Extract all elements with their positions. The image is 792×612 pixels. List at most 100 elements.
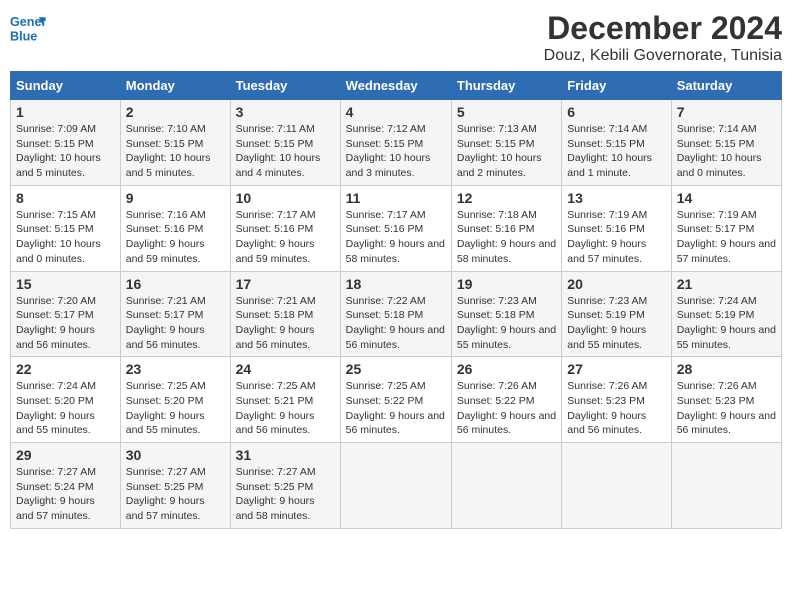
day-number: 31: [236, 447, 335, 463]
day-info: Sunrise: 7:24 AMSunset: 5:20 PMDaylight:…: [16, 380, 96, 436]
header-cell-saturday: Saturday: [671, 72, 781, 100]
calendar-cell: 17 Sunrise: 7:21 AMSunset: 5:18 PMDaylig…: [230, 271, 340, 357]
day-number: 20: [567, 276, 665, 292]
day-number: 1: [16, 104, 115, 120]
day-number: 26: [457, 361, 556, 377]
day-info: Sunrise: 7:26 AMSunset: 5:22 PMDaylight:…: [457, 380, 556, 436]
page-header: General Blue December 2024 Douz, Kebili …: [10, 10, 782, 65]
logo-icon: General Blue: [10, 10, 46, 46]
calendar-week-2: 8 Sunrise: 7:15 AMSunset: 5:15 PMDayligh…: [11, 185, 782, 271]
header-row: SundayMondayTuesdayWednesdayThursdayFrid…: [11, 72, 782, 100]
calendar-cell: 28 Sunrise: 7:26 AMSunset: 5:23 PMDaylig…: [671, 357, 781, 443]
day-info: Sunrise: 7:23 AMSunset: 5:18 PMDaylight:…: [457, 295, 556, 351]
calendar-cell: 15 Sunrise: 7:20 AMSunset: 5:17 PMDaylig…: [11, 271, 121, 357]
title-block: December 2024 Douz, Kebili Governorate, …: [544, 10, 782, 65]
day-info: Sunrise: 7:15 AMSunset: 5:15 PMDaylight:…: [16, 209, 101, 265]
calendar-cell: 16 Sunrise: 7:21 AMSunset: 5:17 PMDaylig…: [120, 271, 230, 357]
calendar-week-3: 15 Sunrise: 7:20 AMSunset: 5:17 PMDaylig…: [11, 271, 782, 357]
calendar-cell: 30 Sunrise: 7:27 AMSunset: 5:25 PMDaylig…: [120, 443, 230, 529]
day-info: Sunrise: 7:27 AMSunset: 5:25 PMDaylight:…: [236, 466, 316, 522]
day-number: 30: [126, 447, 225, 463]
day-number: 10: [236, 190, 335, 206]
calendar-week-4: 22 Sunrise: 7:24 AMSunset: 5:20 PMDaylig…: [11, 357, 782, 443]
svg-text:Blue: Blue: [10, 30, 37, 44]
calendar-cell: [340, 443, 451, 529]
day-info: Sunrise: 7:22 AMSunset: 5:18 PMDaylight:…: [346, 295, 445, 351]
calendar-cell: 31 Sunrise: 7:27 AMSunset: 5:25 PMDaylig…: [230, 443, 340, 529]
day-number: 4: [346, 104, 446, 120]
calendar-cell: 11 Sunrise: 7:17 AMSunset: 5:16 PMDaylig…: [340, 185, 451, 271]
day-number: 22: [16, 361, 115, 377]
calendar-week-5: 29 Sunrise: 7:27 AMSunset: 5:24 PMDaylig…: [11, 443, 782, 529]
day-info: Sunrise: 7:21 AMSunset: 5:18 PMDaylight:…: [236, 295, 316, 351]
day-number: 15: [16, 276, 115, 292]
header-cell-wednesday: Wednesday: [340, 72, 451, 100]
logo: General Blue: [10, 10, 46, 46]
calendar-cell: 2 Sunrise: 7:10 AMSunset: 5:15 PMDayligh…: [120, 100, 230, 186]
page-subtitle: Douz, Kebili Governorate, Tunisia: [544, 47, 782, 65]
day-info: Sunrise: 7:13 AMSunset: 5:15 PMDaylight:…: [457, 123, 542, 179]
day-number: 17: [236, 276, 335, 292]
day-info: Sunrise: 7:12 AMSunset: 5:15 PMDaylight:…: [346, 123, 431, 179]
day-number: 23: [126, 361, 225, 377]
calendar-cell: 22 Sunrise: 7:24 AMSunset: 5:20 PMDaylig…: [11, 357, 121, 443]
day-info: Sunrise: 7:26 AMSunset: 5:23 PMDaylight:…: [677, 380, 776, 436]
calendar-cell: 10 Sunrise: 7:17 AMSunset: 5:16 PMDaylig…: [230, 185, 340, 271]
calendar-week-1: 1 Sunrise: 7:09 AMSunset: 5:15 PMDayligh…: [11, 100, 782, 186]
day-info: Sunrise: 7:14 AMSunset: 5:15 PMDaylight:…: [677, 123, 762, 179]
day-info: Sunrise: 7:17 AMSunset: 5:16 PMDaylight:…: [346, 209, 445, 265]
day-info: Sunrise: 7:27 AMSunset: 5:25 PMDaylight:…: [126, 466, 206, 522]
day-number: 6: [567, 104, 665, 120]
day-info: Sunrise: 7:20 AMSunset: 5:17 PMDaylight:…: [16, 295, 96, 351]
day-info: Sunrise: 7:14 AMSunset: 5:15 PMDaylight:…: [567, 123, 652, 179]
day-number: 16: [126, 276, 225, 292]
day-number: 14: [677, 190, 776, 206]
day-info: Sunrise: 7:10 AMSunset: 5:15 PMDaylight:…: [126, 123, 211, 179]
day-info: Sunrise: 7:19 AMSunset: 5:17 PMDaylight:…: [677, 209, 776, 265]
day-number: 8: [16, 190, 115, 206]
calendar-cell: [671, 443, 781, 529]
day-number: 21: [677, 276, 776, 292]
header-cell-monday: Monday: [120, 72, 230, 100]
calendar-cell: 29 Sunrise: 7:27 AMSunset: 5:24 PMDaylig…: [11, 443, 121, 529]
day-info: Sunrise: 7:23 AMSunset: 5:19 PMDaylight:…: [567, 295, 647, 351]
day-info: Sunrise: 7:24 AMSunset: 5:19 PMDaylight:…: [677, 295, 776, 351]
calendar-cell: 26 Sunrise: 7:26 AMSunset: 5:22 PMDaylig…: [451, 357, 561, 443]
calendar-cell: 6 Sunrise: 7:14 AMSunset: 5:15 PMDayligh…: [562, 100, 671, 186]
day-number: 24: [236, 361, 335, 377]
day-info: Sunrise: 7:11 AMSunset: 5:15 PMDaylight:…: [236, 123, 321, 179]
day-info: Sunrise: 7:19 AMSunset: 5:16 PMDaylight:…: [567, 209, 647, 265]
calendar-cell: 18 Sunrise: 7:22 AMSunset: 5:18 PMDaylig…: [340, 271, 451, 357]
page-title: December 2024: [544, 10, 782, 47]
day-number: 25: [346, 361, 446, 377]
day-info: Sunrise: 7:09 AMSunset: 5:15 PMDaylight:…: [16, 123, 101, 179]
calendar-cell: 1 Sunrise: 7:09 AMSunset: 5:15 PMDayligh…: [11, 100, 121, 186]
header-cell-tuesday: Tuesday: [230, 72, 340, 100]
calendar-cell: 27 Sunrise: 7:26 AMSunset: 5:23 PMDaylig…: [562, 357, 671, 443]
calendar-cell: 5 Sunrise: 7:13 AMSunset: 5:15 PMDayligh…: [451, 100, 561, 186]
calendar-cell: [562, 443, 671, 529]
calendar-cell: 14 Sunrise: 7:19 AMSunset: 5:17 PMDaylig…: [671, 185, 781, 271]
calendar-cell: 7 Sunrise: 7:14 AMSunset: 5:15 PMDayligh…: [671, 100, 781, 186]
day-number: 13: [567, 190, 665, 206]
day-number: 27: [567, 361, 665, 377]
day-info: Sunrise: 7:25 AMSunset: 5:21 PMDaylight:…: [236, 380, 316, 436]
day-number: 18: [346, 276, 446, 292]
header-cell-friday: Friday: [562, 72, 671, 100]
calendar-cell: 8 Sunrise: 7:15 AMSunset: 5:15 PMDayligh…: [11, 185, 121, 271]
day-info: Sunrise: 7:18 AMSunset: 5:16 PMDaylight:…: [457, 209, 556, 265]
day-number: 2: [126, 104, 225, 120]
day-number: 12: [457, 190, 556, 206]
calendar-cell: 3 Sunrise: 7:11 AMSunset: 5:15 PMDayligh…: [230, 100, 340, 186]
day-info: Sunrise: 7:25 AMSunset: 5:22 PMDaylight:…: [346, 380, 445, 436]
day-number: 3: [236, 104, 335, 120]
day-number: 11: [346, 190, 446, 206]
calendar-cell: 21 Sunrise: 7:24 AMSunset: 5:19 PMDaylig…: [671, 271, 781, 357]
day-number: 9: [126, 190, 225, 206]
day-info: Sunrise: 7:21 AMSunset: 5:17 PMDaylight:…: [126, 295, 206, 351]
day-info: Sunrise: 7:17 AMSunset: 5:16 PMDaylight:…: [236, 209, 316, 265]
calendar-cell: [451, 443, 561, 529]
day-number: 28: [677, 361, 776, 377]
header-cell-sunday: Sunday: [11, 72, 121, 100]
calendar-cell: 4 Sunrise: 7:12 AMSunset: 5:15 PMDayligh…: [340, 100, 451, 186]
